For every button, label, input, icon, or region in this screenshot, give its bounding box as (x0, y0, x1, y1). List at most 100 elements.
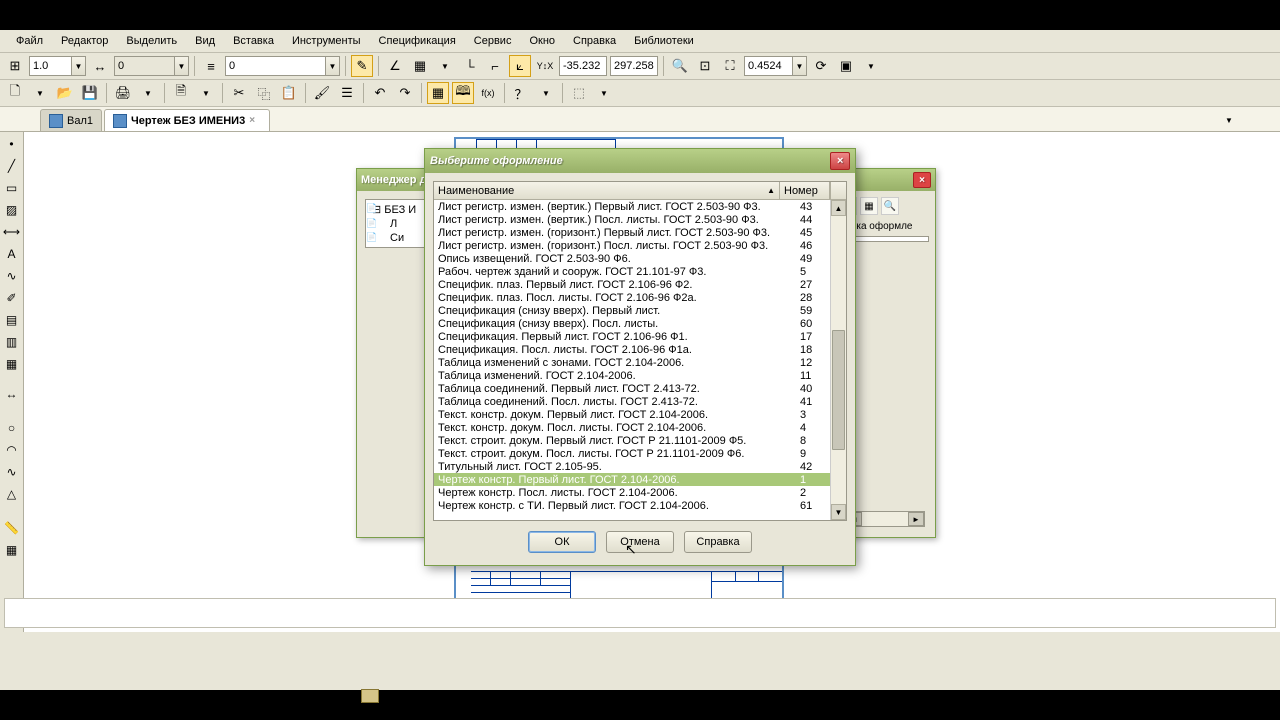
text-tool-icon[interactable]: A (2, 244, 22, 264)
scale-combo[interactable]: ▼ (29, 56, 86, 76)
library-dropdown-icon[interactable]: ▼ (593, 82, 615, 104)
save-icon[interactable]: 💾 (79, 82, 101, 104)
snap-icon[interactable]: ⊞ (4, 55, 26, 77)
list-row[interactable]: Таблица изменений с зонами. ГОСТ 2.104-2… (434, 356, 846, 369)
list-row[interactable]: Текст. строит. докум. Первый лист. ГОСТ … (434, 434, 846, 447)
doc2-tool-icon[interactable]: ▥ (2, 332, 22, 352)
new-icon[interactable]: 🗋 (4, 82, 26, 104)
list-row[interactable]: Лист регистр. измен. (вертик.) Первый ли… (434, 200, 846, 213)
menu-insert[interactable]: Вставка (225, 32, 282, 50)
menu-view[interactable]: Вид (187, 32, 223, 50)
manager-bottom-icon[interactable] (361, 689, 379, 703)
list-row[interactable]: Спецификация (снизу вверх). Первый лист.… (434, 304, 846, 317)
zoom-dropdown-icon[interactable]: ▼ (792, 56, 807, 76)
layers-icon[interactable]: ≡ (200, 55, 222, 77)
list-row[interactable]: Чертеж констр. Посл. листы. ГОСТ 2.104-2… (434, 486, 846, 499)
tree-item[interactable]: Си (368, 231, 422, 245)
move-tool-icon[interactable]: ↔ (2, 384, 22, 404)
manager-icon[interactable]: ▦ (427, 82, 449, 104)
layer-combo[interactable]: ▼ (225, 56, 340, 76)
redraw-icon[interactable]: ▣ (835, 55, 857, 77)
brush-icon[interactable]: 🖌 (311, 82, 333, 104)
angle-icon[interactable]: ∠ (384, 55, 406, 77)
coord-y-input[interactable] (610, 56, 658, 76)
fx-icon[interactable]: f(x) (477, 82, 499, 104)
list-row[interactable]: Текст. констр. докум. Посл. листы. ГОСТ … (434, 421, 846, 434)
grid-tool-icon[interactable]: ▦ (2, 540, 22, 560)
list-row[interactable]: Специфик. плаз. Первый лист. ГОСТ 2.106-… (434, 278, 846, 291)
menu-service[interactable]: Сервис (466, 32, 520, 50)
num-combo[interactable]: ▼ (114, 56, 189, 76)
zoom-input[interactable] (744, 56, 792, 76)
circle-tool-icon[interactable]: ○ (2, 418, 22, 438)
scroll-up-icon[interactable]: ▲ (831, 200, 846, 216)
list-row[interactable]: Титульный лист. ГОСТ 2.105-95.42 (434, 460, 846, 473)
cut-icon[interactable]: ✂ (228, 82, 250, 104)
list-row[interactable]: Специфик. плаз. Посл. листы. ГОСТ 2.106-… (434, 291, 846, 304)
new-dropdown-icon[interactable]: ▼ (29, 82, 51, 104)
menu-editor[interactable]: Редактор (53, 32, 116, 50)
list-row[interactable]: Спецификация. Первый лист. ГОСТ 2.106-96… (434, 330, 846, 343)
ruler-tool-icon[interactable]: 📏 (2, 518, 22, 538)
list-row[interactable]: Рабоч. чертеж зданий и сооруж. ГОСТ 21.1… (434, 265, 846, 278)
list-row[interactable]: Текст. констр. докум. Первый лист. ГОСТ … (434, 408, 846, 421)
num-input[interactable] (114, 56, 174, 76)
ortho-icon[interactable]: └ (459, 55, 481, 77)
list-row[interactable]: Таблица соединений. Первый лист. ГОСТ 2.… (434, 382, 846, 395)
num-dropdown-icon[interactable]: ▼ (174, 56, 189, 76)
tree-icon[interactable]: 🕮 (452, 82, 474, 104)
close-icon[interactable]: × (249, 115, 261, 127)
point-tool-icon[interactable]: • (2, 134, 22, 154)
arc-tool-icon[interactable]: ◠ (2, 440, 22, 460)
list-row[interactable]: Спецификация. Посл. листы. ГОСТ 2.106-96… (434, 343, 846, 356)
menu-spec[interactable]: Спецификация (371, 32, 464, 50)
scale-input[interactable] (29, 56, 71, 76)
ok-button[interactable]: ОК (528, 531, 596, 553)
list-row[interactable]: Таблица изменений. ГОСТ 2.104-2006.11 (434, 369, 846, 382)
help-button[interactable]: Справка (684, 531, 752, 553)
refresh-icon[interactable]: ⟳ (810, 55, 832, 77)
menu-help[interactable]: Справка (565, 32, 624, 50)
list-row[interactable]: Опись извещений. ГОСТ 2.503-90 Ф6.49 (434, 252, 846, 265)
pen-icon[interactable]: ✎ (351, 55, 373, 77)
help-dropdown-icon[interactable]: ▼ (535, 82, 557, 104)
local-cs-icon[interactable]: ⟀ (509, 55, 531, 77)
layer-dropdown-icon[interactable]: ▼ (325, 56, 340, 76)
close-icon[interactable]: × (913, 172, 931, 188)
rect-tool-icon[interactable]: ▭ (2, 178, 22, 198)
list-row[interactable]: Чертеж констр. Первый лист. ГОСТ 2.104-2… (434, 473, 846, 486)
help-icon[interactable]: ？ (510, 82, 532, 104)
open-icon[interactable]: 📂 (54, 82, 76, 104)
menu-window[interactable]: Окно (521, 32, 563, 50)
line-tool-icon[interactable]: ╱ (2, 156, 22, 176)
step-icon[interactable]: ↔ (89, 55, 111, 77)
list-row[interactable]: Лист регистр. измен. (горизонт.) Первый … (434, 226, 846, 239)
zoom-window-icon[interactable]: ⊡ (694, 55, 716, 77)
scale-dropdown-icon[interactable]: ▼ (71, 56, 86, 76)
grid-dropdown-icon[interactable]: ▼ (434, 55, 456, 77)
preview-dropdown-icon[interactable]: ▼ (195, 82, 217, 104)
doc3-tool-icon[interactable]: ▦ (2, 354, 22, 374)
cancel-button[interactable]: Отмена (606, 531, 674, 553)
scroll-down-icon[interactable]: ▼ (831, 504, 846, 520)
scroll-right-icon[interactable]: ► (908, 512, 924, 526)
list-row[interactable]: Текст. строит. докум. Посл. листы. ГОСТ … (434, 447, 846, 460)
side-icon-2[interactable]: ▦ (860, 197, 878, 215)
list-row[interactable]: Спецификация (снизу вверх). Посл. листы.… (434, 317, 846, 330)
preview-icon[interactable]: 🗎 (170, 82, 192, 104)
layer-input[interactable] (225, 56, 325, 76)
print-dropdown-icon[interactable]: ▼ (137, 82, 159, 104)
menu-file[interactable]: Файл (8, 32, 51, 50)
end-dropdown-icon[interactable]: ▼ (860, 55, 882, 77)
tab-val1[interactable]: Вал1 (40, 109, 102, 131)
vscrollbar[interactable]: ▲ ▼ (830, 200, 846, 520)
tab-drawing-noname3[interactable]: Чертеж БЕЗ ИМЕНИ3 × (104, 109, 270, 131)
menu-select[interactable]: Выделить (118, 32, 185, 50)
tree-item[interactable]: Л (368, 217, 422, 231)
menu-libraries[interactable]: Библиотеки (626, 32, 702, 50)
undo-icon[interactable]: ↶ (369, 82, 391, 104)
edit-tool-icon[interactable]: ✐ (2, 288, 22, 308)
hatch-tool-icon[interactable]: ▨ (2, 200, 22, 220)
menu-tools[interactable]: Инструменты (284, 32, 369, 50)
zoom-combo[interactable]: ▼ (744, 56, 807, 76)
